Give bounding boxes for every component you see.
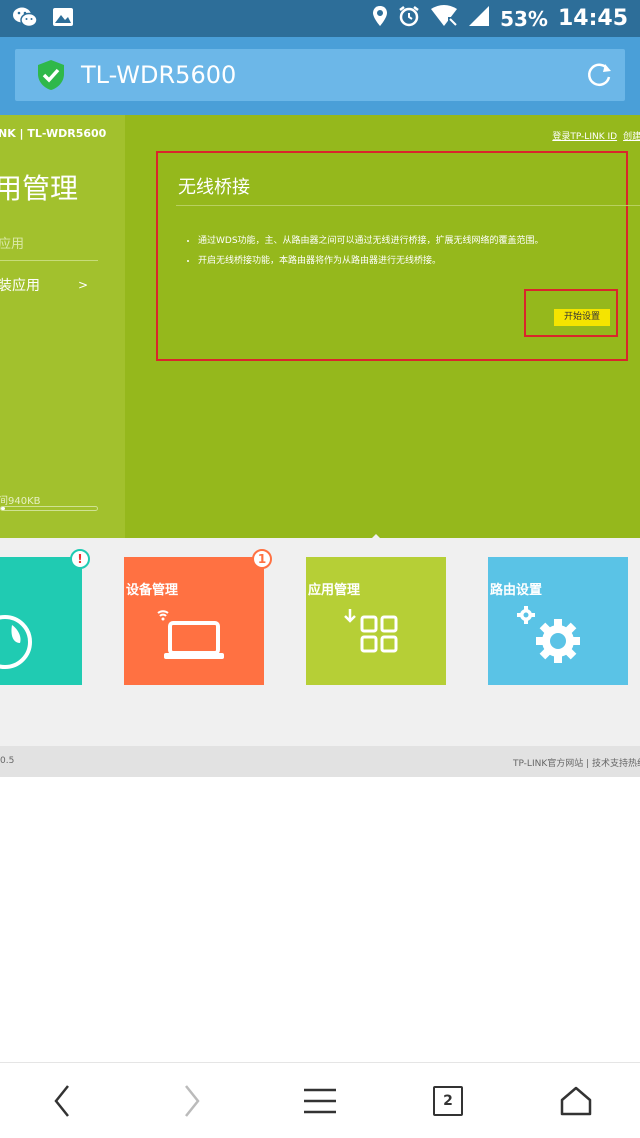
tile-label: 应用管理 [308, 583, 361, 598]
tab-count: 2 [433, 1086, 463, 1116]
clock: 14:45 [557, 6, 628, 31]
apps-grid-icon [342, 607, 406, 663]
memory-bar-fill [1, 507, 5, 510]
wireless-bridge-panel: 无线桥接 通过WDS功能，主、从路由器之间可以通过无线进行桥接，扩展无线网络的覆… [156, 151, 640, 361]
sidebar: NK | TL-WDR5600 用管理 应用 装应用 > 间940KB [0, 115, 125, 538]
image-icon [52, 7, 74, 31]
sidebar-divider [0, 260, 98, 261]
battery-percent: 53% [500, 6, 548, 31]
chevron-right-icon: > [78, 278, 89, 292]
browser-bottom-nav: 2 [0, 1062, 640, 1138]
forward-icon[interactable] [172, 1081, 212, 1121]
panel-title: 无线桥接 [178, 177, 250, 198]
tile-device-management[interactable]: 设备管理 1 [124, 549, 272, 685]
tile-pointer [368, 534, 384, 542]
tile-label: 设备管理 [126, 583, 179, 598]
main-panel: 登录TP-LINK ID 创建TP 无线桥接 通过WDS功能，主、从路由器之间可… [125, 115, 640, 538]
footer-links[interactable]: TP-LINK官方网站 | 技术支持热线 [513, 756, 640, 769]
memory-text: 间940KB [0, 496, 41, 507]
login-link[interactable]: 登录TP-LINK ID [552, 129, 617, 142]
page-title: TL-WDR5600 [81, 61, 237, 89]
web-content: NK | TL-WDR5600 用管理 应用 装应用 > 间940KB 登录TP… [0, 115, 640, 777]
firmware-version: 0.5 [0, 756, 15, 766]
shield-check-icon [37, 59, 65, 91]
url-field[interactable]: TL-WDR5600 [15, 49, 625, 101]
sidebar-item-installed-apps[interactable]: 装应用 [0, 275, 40, 295]
wifi-icon [430, 5, 458, 32]
alarm-icon [398, 5, 420, 32]
brand-logo: NK | TL-WDR5600 [0, 127, 107, 140]
tile-router-settings[interactable]: 路由设置 [488, 557, 628, 685]
sidebar-title: 用管理 [0, 172, 79, 205]
globe-icon [0, 613, 34, 675]
address-bar: TL-WDR5600 [0, 37, 640, 115]
tile-app-management[interactable]: 应用管理 [306, 557, 446, 685]
count-badge: 1 [252, 549, 272, 569]
laptop-wifi-icon [154, 607, 234, 667]
tile-label: 路由设置 [490, 583, 543, 598]
tiles-area: ! 设备管理 1 应用管理 路由设置 [0, 538, 640, 746]
signal-icon [468, 5, 490, 32]
status-bar: 53% 14:45 [0, 0, 640, 37]
tabs-icon[interactable]: 2 [428, 1081, 468, 1121]
location-icon [372, 5, 388, 32]
menu-icon[interactable] [300, 1081, 340, 1121]
sidebar-item-apps[interactable]: 应用 [0, 233, 24, 252]
alert-badge: ! [70, 549, 90, 569]
description-item: 开启无线桥接功能，本路由器将作为从路由器进行无线桥接。 [198, 251, 544, 271]
wechat-icon [12, 6, 38, 32]
start-setup-button[interactable]: 开始设置 [554, 309, 610, 326]
panel-description: 通过WDS功能，主、从路由器之间可以通过无线进行桥接，扩展无线网络的覆盖范围。 … [198, 231, 544, 271]
panel-divider [176, 205, 640, 206]
back-icon[interactable] [42, 1081, 82, 1121]
gear-icon [516, 605, 586, 671]
refresh-icon[interactable] [585, 61, 613, 89]
button-highlight: 开始设置 [524, 289, 618, 337]
memory-bar [0, 506, 98, 511]
create-link[interactable]: 创建TP [623, 129, 640, 142]
footer: 0.5 TP-LINK官方网站 | 技术支持热线 [0, 746, 640, 777]
home-icon[interactable] [556, 1081, 596, 1121]
tile-network-status[interactable]: ! [0, 549, 90, 685]
description-item: 通过WDS功能，主、从路由器之间可以通过无线进行桥接，扩展无线网络的覆盖范围。 [198, 231, 544, 251]
header-links: 登录TP-LINK ID 创建TP [552, 129, 640, 142]
